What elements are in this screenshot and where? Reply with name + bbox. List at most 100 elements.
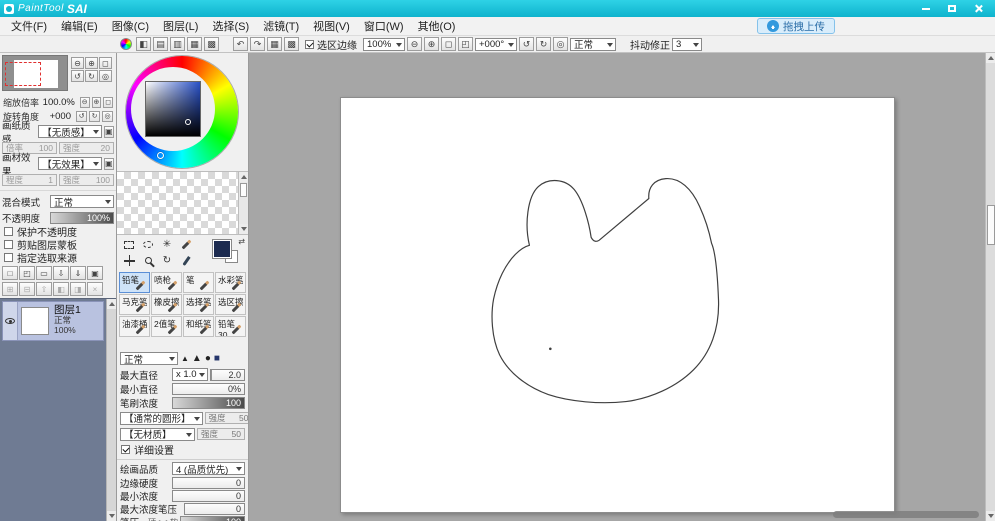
eyedropper-tool[interactable] bbox=[177, 253, 195, 268]
menu-select[interactable]: 选择(S) bbox=[205, 16, 256, 36]
zoom-inc-button[interactable]: ⊕ bbox=[92, 97, 102, 108]
new-layer-button[interactable]: □ bbox=[2, 266, 18, 280]
scroll-thumb[interactable] bbox=[987, 205, 995, 245]
transfer-down-button[interactable]: ⇩ bbox=[53, 266, 69, 280]
paint-quality-select[interactable]: 4 (品质优先) bbox=[172, 462, 245, 475]
edge-hardness-slider[interactable]: 0 bbox=[172, 477, 245, 489]
brush-shape-flat-icon[interactable]: ▲ bbox=[181, 355, 189, 363]
nav-rotate-cw-button[interactable]: ↻ bbox=[85, 70, 98, 82]
stabilizer-select[interactable]: 3 bbox=[672, 38, 702, 51]
paper-texture-select[interactable]: 【无质感】 bbox=[38, 125, 102, 138]
max-density-pressure-slider[interactable]: 0 bbox=[184, 503, 245, 515]
nav-rotate-ccw-button[interactable]: ↺ bbox=[71, 70, 84, 82]
layer-mask-button[interactable]: ◨ bbox=[70, 282, 86, 296]
paint-mode-select[interactable]: 正常 bbox=[570, 38, 616, 51]
brush-pen[interactable]: 笔 bbox=[183, 272, 214, 293]
upload-button[interactable]: 拖拽上传 bbox=[757, 18, 835, 34]
menu-others[interactable]: 其他(O) bbox=[411, 16, 463, 36]
min-diameter-slider[interactable]: 0% bbox=[172, 383, 245, 395]
scroll-up-arrow[interactable] bbox=[986, 53, 995, 63]
shape-strength-slider[interactable]: 强度50 bbox=[205, 412, 249, 424]
scroll-thumb[interactable] bbox=[240, 183, 247, 197]
layer-down-button[interactable]: ◧ bbox=[53, 282, 69, 296]
undo-button[interactable]: ↶ bbox=[233, 37, 248, 51]
foreground-color-swatch[interactable] bbox=[213, 240, 231, 258]
brush-marker[interactable]: 马克笔 bbox=[119, 294, 150, 315]
merge-down-button[interactable]: ⇓ bbox=[70, 266, 86, 280]
vertical-scrollbar[interactable] bbox=[985, 53, 995, 521]
panel-toggle-tool-button[interactable]: ▦ bbox=[187, 37, 202, 51]
rect-select-tool[interactable] bbox=[120, 237, 138, 252]
navigator-view-rect[interactable] bbox=[5, 62, 41, 86]
brush-edge-shape-select[interactable]: 【通常的圆形】 bbox=[120, 412, 203, 425]
paper-strength-slider[interactable]: 强度20 bbox=[59, 142, 114, 154]
pen-pressure-slider[interactable]: 100 bbox=[180, 516, 245, 521]
nav-zoom-out-button[interactable]: ⊖ bbox=[71, 57, 84, 69]
scroll-up-arrow[interactable] bbox=[239, 172, 249, 182]
new-linework-layer-button[interactable]: ◰ bbox=[19, 266, 35, 280]
layer-list-scrollbar[interactable] bbox=[106, 299, 116, 521]
layer-option-button[interactable]: ▣ bbox=[87, 266, 103, 280]
nav-zoom-in-button[interactable]: ⊕ bbox=[85, 57, 98, 69]
menu-edit[interactable]: 编辑(E) bbox=[54, 16, 105, 36]
panel-toggle-color-button[interactable]: ▥ bbox=[170, 37, 185, 51]
selection-source-checkbox[interactable]: 指定选取来源 bbox=[0, 251, 116, 264]
panel-toggle-option-button[interactable]: ▩ bbox=[204, 37, 219, 51]
saturation-value-square[interactable] bbox=[145, 81, 201, 137]
max-diameter-slider[interactable]: 2.0 bbox=[210, 369, 245, 381]
canvas-document[interactable] bbox=[340, 97, 895, 513]
rotate-cw-button[interactable]: ↻ bbox=[536, 37, 551, 51]
paper-texture-option-button[interactable]: ▣ bbox=[104, 126, 114, 138]
brush-airbrush[interactable]: 喷枪 bbox=[151, 272, 182, 293]
menu-image[interactable]: 图像(C) bbox=[105, 16, 156, 36]
rotate-reset-button[interactable]: ◎ bbox=[553, 37, 568, 51]
maximize-button[interactable] bbox=[939, 1, 965, 16]
brush-select-pen[interactable]: 选择笔 bbox=[183, 294, 214, 315]
layer-visibility-cell[interactable] bbox=[3, 302, 18, 340]
clear-layer-button[interactable]: ⊞ bbox=[2, 282, 18, 296]
rotate-canvas-tool[interactable]: ↻ bbox=[158, 253, 176, 268]
brush-watercolor[interactable]: 水彩笔 bbox=[215, 272, 246, 293]
menu-window[interactable]: 窗口(W) bbox=[357, 16, 411, 36]
brush-eraser[interactable]: 橡皮擦 bbox=[151, 294, 182, 315]
move-tool[interactable] bbox=[120, 253, 138, 268]
fill-layer-button[interactable]: ⊟ bbox=[19, 282, 35, 296]
menu-view[interactable]: 视图(V) bbox=[306, 16, 357, 36]
magic-wand-tool[interactable]: ✳ bbox=[158, 237, 176, 252]
brush-density-slider[interactable]: 100 bbox=[172, 397, 245, 409]
brush-shape-circle-icon[interactable]: ● bbox=[205, 354, 211, 364]
menu-layer[interactable]: 图层(L) bbox=[156, 16, 205, 36]
horizontal-scroll-thumb[interactable] bbox=[833, 511, 979, 518]
swap-colors-icon[interactable]: ⇄ bbox=[238, 237, 245, 246]
color-wheel-toggle-icon[interactable] bbox=[120, 38, 132, 50]
scratchpad-canvas[interactable] bbox=[117, 172, 238, 234]
selection-edge-checkbox[interactable]: 选区边缘 bbox=[305, 37, 357, 52]
rotate-ccw-button[interactable]: ↺ bbox=[519, 37, 534, 51]
brush-bucket[interactable]: 油漆桶 bbox=[119, 316, 150, 337]
scroll-up-arrow[interactable] bbox=[107, 299, 116, 309]
brush-texture-select[interactable]: 【无材质】 bbox=[120, 428, 195, 441]
nav-zoom-reset-button[interactable]: ◻ bbox=[99, 57, 112, 69]
brush-shape-triangle-icon[interactable]: ▲ bbox=[192, 354, 202, 364]
zoom-dec-button[interactable]: ⊖ bbox=[80, 97, 90, 108]
delete-layer-button[interactable]: × bbox=[87, 282, 103, 296]
brush-binary-pen[interactable]: 2值笔 bbox=[151, 316, 182, 337]
zoom-reset-small-button[interactable]: ◻ bbox=[103, 97, 113, 108]
nav-rotate-reset-button[interactable]: ◎ bbox=[99, 70, 112, 82]
min-density-slider[interactable]: 0 bbox=[172, 490, 245, 502]
scroll-down-arrow[interactable] bbox=[986, 511, 995, 521]
panel-toggle-navigator-button[interactable]: ◧ bbox=[136, 37, 151, 51]
zoom-reset-button[interactable]: ◻ bbox=[441, 37, 456, 51]
canvas-area[interactable] bbox=[249, 53, 985, 521]
panel-toggle-layer-button[interactable]: ▤ bbox=[153, 37, 168, 51]
rotation-select[interactable]: +000° bbox=[475, 38, 517, 51]
detail-settings-checkbox[interactable]: 详细设置 bbox=[117, 442, 248, 456]
brush-select-eraser[interactable]: 选区擦 bbox=[215, 294, 246, 315]
material-effect-option-button[interactable]: ▣ bbox=[104, 158, 114, 170]
navigator-preview[interactable] bbox=[2, 55, 68, 91]
minimize-button[interactable] bbox=[913, 1, 939, 16]
brush-pencil[interactable]: 铅笔 bbox=[119, 272, 150, 293]
zoom-fit-button[interactable]: ◰ bbox=[458, 37, 473, 51]
brush-pencil30[interactable]: 铅笔30 bbox=[215, 316, 246, 337]
scroll-down-arrow[interactable] bbox=[239, 224, 249, 234]
